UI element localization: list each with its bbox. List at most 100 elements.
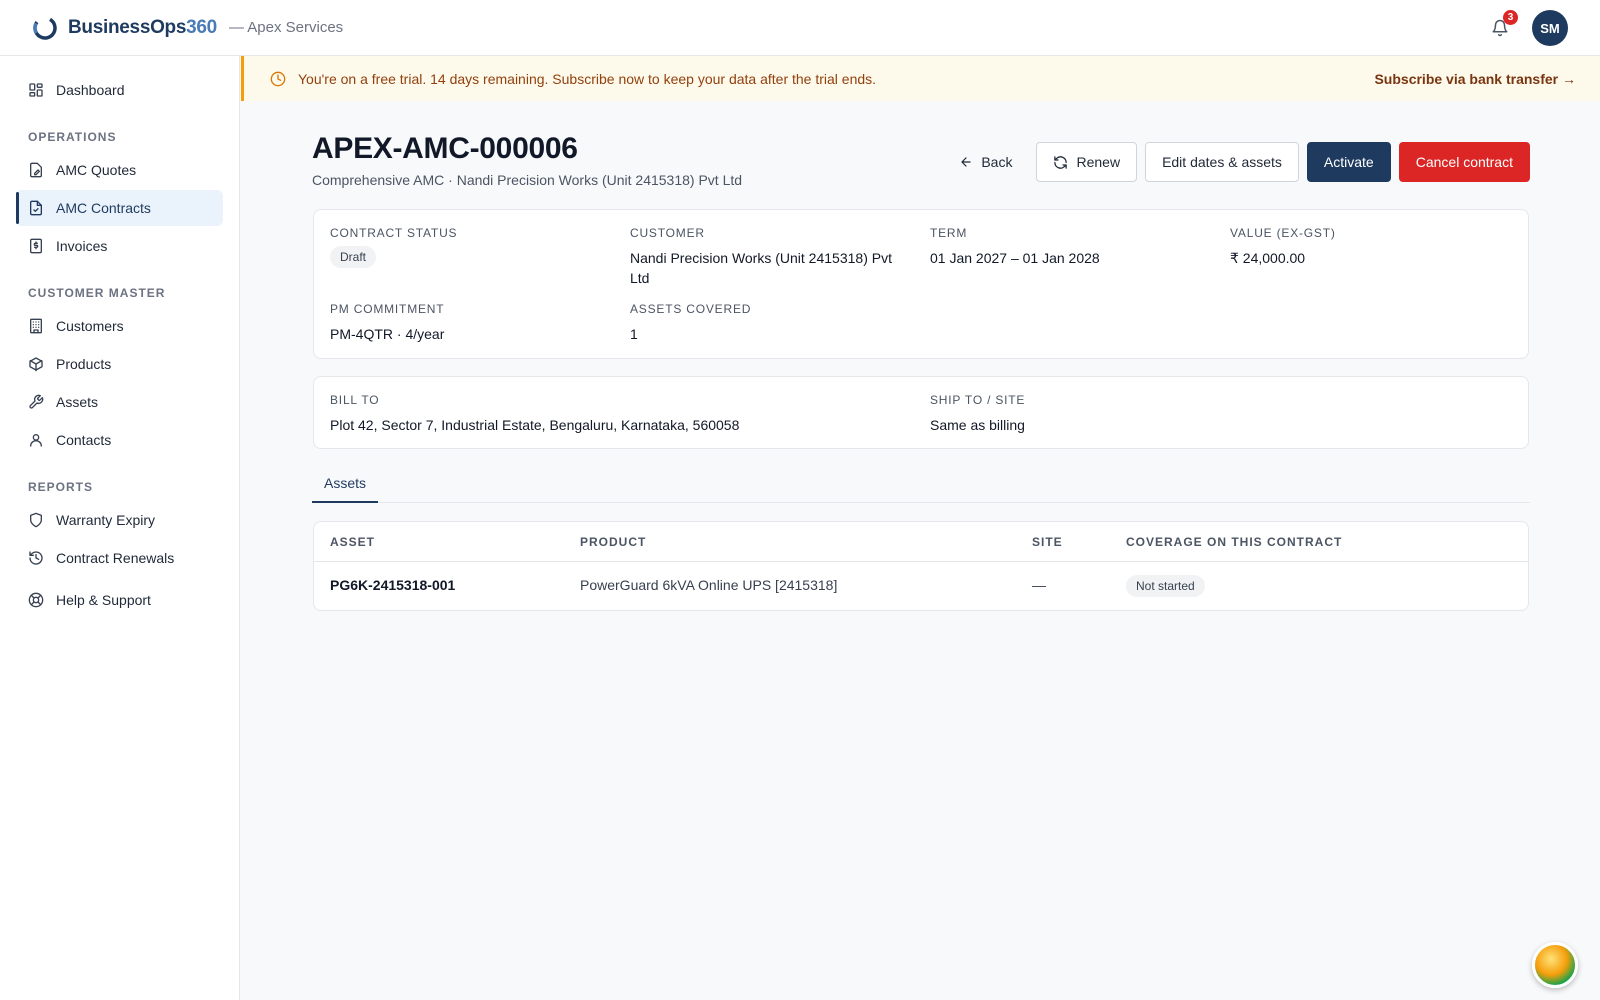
org-name: — Apex Services bbox=[228, 19, 344, 36]
user-avatar[interactable]: SM bbox=[1532, 10, 1568, 46]
pm-commitment-value: PM-4QTR · 4/year bbox=[330, 326, 445, 342]
activate-button[interactable]: Activate bbox=[1306, 142, 1391, 182]
page-header: APEX-AMC-000006 Comprehensive AMC · Nand… bbox=[312, 132, 1530, 192]
subscribe-link[interactable]: Subscribe via bank transfer → bbox=[1374, 71, 1576, 87]
trial-banner: You're on a free trial. 14 days remainin… bbox=[241, 56, 1600, 101]
ship-to-field: SHIP TO / SITE Same as billing bbox=[930, 393, 1025, 435]
cancel-contract-button[interactable]: Cancel contract bbox=[1398, 142, 1530, 182]
sidebar-item-assets[interactable]: Assets bbox=[16, 384, 223, 420]
sidebar-item-label: Dashboard bbox=[56, 82, 125, 98]
field-label: PM COMMITMENT bbox=[330, 302, 445, 316]
package-icon bbox=[28, 356, 44, 372]
tab-assets[interactable]: Assets bbox=[312, 465, 379, 503]
clock-icon bbox=[270, 71, 286, 86]
term-field: TERM 01 Jan 2027 – 01 Jan 2028 bbox=[930, 226, 1100, 268]
life-buoy-icon bbox=[28, 592, 44, 608]
sidebar-item-invoices[interactable]: Invoices bbox=[16, 228, 223, 264]
shield-icon bbox=[28, 512, 44, 528]
sidebar-item-label: Contacts bbox=[56, 432, 112, 448]
column-header-product: PRODUCT bbox=[580, 535, 647, 549]
site-cell: — bbox=[1032, 577, 1046, 593]
sidebar-item-label: AMC Quotes bbox=[56, 162, 137, 178]
receipt-icon bbox=[28, 238, 44, 254]
contract-value: ₹ 24,000.00 bbox=[1230, 250, 1306, 266]
header-actions: Back Renew Edit dates & assets Activate … bbox=[935, 142, 1530, 182]
column-header-coverage: COVERAGE ON THIS CONTRACT bbox=[1126, 535, 1343, 549]
customer-value: Nandi Precision Works (Unit 2415318) Pvt… bbox=[630, 250, 892, 286]
detail-tabs: Assets bbox=[312, 465, 1530, 503]
table-header: ASSET PRODUCT SITE COVERAGE ON THIS CONT… bbox=[314, 522, 1528, 562]
product-cell: PowerGuard 6kVA Online UPS [2415318] bbox=[580, 577, 838, 593]
sidebar-item-contacts[interactable]: Contacts bbox=[16, 422, 223, 458]
contract-summary-card: CONTRACT STATUS Draft CUSTOMER Nandi Pre… bbox=[313, 209, 1529, 359]
back-button[interactable]: Back bbox=[943, 142, 1028, 182]
sidebar-item-warranty-expiry[interactable]: Warranty Expiry bbox=[16, 502, 223, 538]
refresh-icon bbox=[1053, 155, 1068, 170]
table-row[interactable]: PG6K-2415318-001 PowerGuard 6kVA Online … bbox=[314, 562, 1528, 610]
sidebar-item-label: Warranty Expiry bbox=[56, 512, 156, 528]
ship-to-value: Same as billing bbox=[930, 417, 1025, 433]
file-check-icon bbox=[28, 200, 44, 216]
contract-status-field: CONTRACT STATUS Draft bbox=[330, 226, 457, 268]
address-card: BILL TO Plot 42, Sector 7, Industrial Es… bbox=[313, 376, 1529, 449]
history-icon bbox=[28, 550, 44, 566]
wrench-icon bbox=[28, 394, 44, 410]
field-label: BILL TO bbox=[330, 393, 380, 407]
customer-field: CUSTOMER Nandi Precision Works (Unit 241… bbox=[630, 226, 910, 288]
sidebar-item-products[interactable]: Products bbox=[16, 346, 223, 382]
logo-ring-icon bbox=[33, 15, 57, 40]
notification-count-badge: 3 bbox=[1503, 10, 1518, 25]
notifications-button[interactable]: 3 bbox=[1488, 10, 1518, 40]
field-label: TERM bbox=[930, 226, 968, 240]
section-operations: OPERATIONS bbox=[28, 130, 117, 144]
bill-to-field: BILL TO Plot 42, Sector 7, Industrial Es… bbox=[330, 393, 739, 435]
field-label: CONTRACT STATUS bbox=[330, 226, 458, 240]
sidebar-item-label: Invoices bbox=[56, 238, 108, 254]
edit-dates-assets-button[interactable]: Edit dates & assets bbox=[1145, 142, 1299, 182]
section-reports: REPORTS bbox=[28, 480, 94, 494]
field-label: SHIP TO / SITE bbox=[930, 393, 1026, 407]
sidebar-item-amc-contracts[interactable]: AMC Contracts bbox=[16, 190, 223, 226]
user-icon bbox=[28, 432, 44, 448]
field-label: VALUE (EX-GST) bbox=[1230, 226, 1336, 240]
column-header-asset: ASSET bbox=[330, 535, 376, 549]
renew-button[interactable]: Renew bbox=[1036, 142, 1138, 182]
back-label: Back bbox=[981, 154, 1013, 170]
column-header-site: SITE bbox=[1032, 535, 1063, 549]
building-icon bbox=[28, 318, 44, 334]
sidebar-item-label: AMC Contracts bbox=[56, 200, 151, 216]
top-bar: BusinessOps360 — Apex Services 3 SM bbox=[0, 0, 1600, 56]
file-edit-icon bbox=[28, 162, 44, 178]
brand-name: BusinessOps360 bbox=[68, 16, 217, 38]
assets-covered-field: ASSETS COVERED 1 bbox=[630, 302, 751, 344]
field-label: ASSETS COVERED bbox=[630, 302, 752, 316]
sidebar-item-amc-quotes[interactable]: AMC Quotes bbox=[16, 152, 223, 188]
arrow-left-icon bbox=[959, 155, 973, 169]
assets-covered-value: 1 bbox=[630, 326, 638, 342]
sidebar-item-label: Products bbox=[56, 356, 112, 372]
sidebar-item-dashboard[interactable]: Dashboard bbox=[16, 72, 223, 108]
dashboard-grid-icon bbox=[28, 82, 44, 98]
sidebar-item-label: Assets bbox=[56, 394, 99, 410]
sidebar-item-label: Help & Support bbox=[56, 592, 151, 608]
term-value: 01 Jan 2027 – 01 Jan 2028 bbox=[930, 250, 1100, 266]
sidebar-item-label: Customers bbox=[56, 318, 124, 334]
sidebar-item-contract-renewals[interactable]: Contract Renewals bbox=[16, 540, 223, 576]
sidebar-item-label: Contract Renewals bbox=[56, 550, 175, 566]
brand-logo[interactable]: BusinessOps360 bbox=[32, 15, 217, 41]
value-field: VALUE (EX-GST) ₹ 24,000.00 bbox=[1230, 226, 1336, 268]
field-label: CUSTOMER bbox=[630, 226, 705, 240]
assets-table: ASSET PRODUCT SITE COVERAGE ON THIS CONT… bbox=[313, 521, 1529, 611]
trial-message: You're on a free trial. 14 days remainin… bbox=[298, 70, 877, 87]
renew-label: Renew bbox=[1076, 154, 1121, 170]
status-badge: Draft bbox=[330, 246, 377, 268]
sidebar-item-help-support[interactable]: Help & Support bbox=[16, 582, 223, 618]
sidebar-item-customers[interactable]: Customers bbox=[16, 308, 223, 344]
section-customer-master: CUSTOMER MASTER bbox=[28, 286, 166, 300]
assistant-launcher-button[interactable] bbox=[1532, 942, 1578, 988]
pm-commitment-field: PM COMMITMENT PM-4QTR · 4/year bbox=[330, 302, 444, 344]
asset-id-cell[interactable]: PG6K-2415318-001 bbox=[330, 577, 455, 593]
bill-to-value: Plot 42, Sector 7, Industrial Estate, Be… bbox=[330, 417, 740, 433]
coverage-status-badge: Not started bbox=[1126, 575, 1205, 597]
sidebar: Dashboard OPERATIONS AMC Quotes AMC Cont… bbox=[0, 56, 240, 1000]
